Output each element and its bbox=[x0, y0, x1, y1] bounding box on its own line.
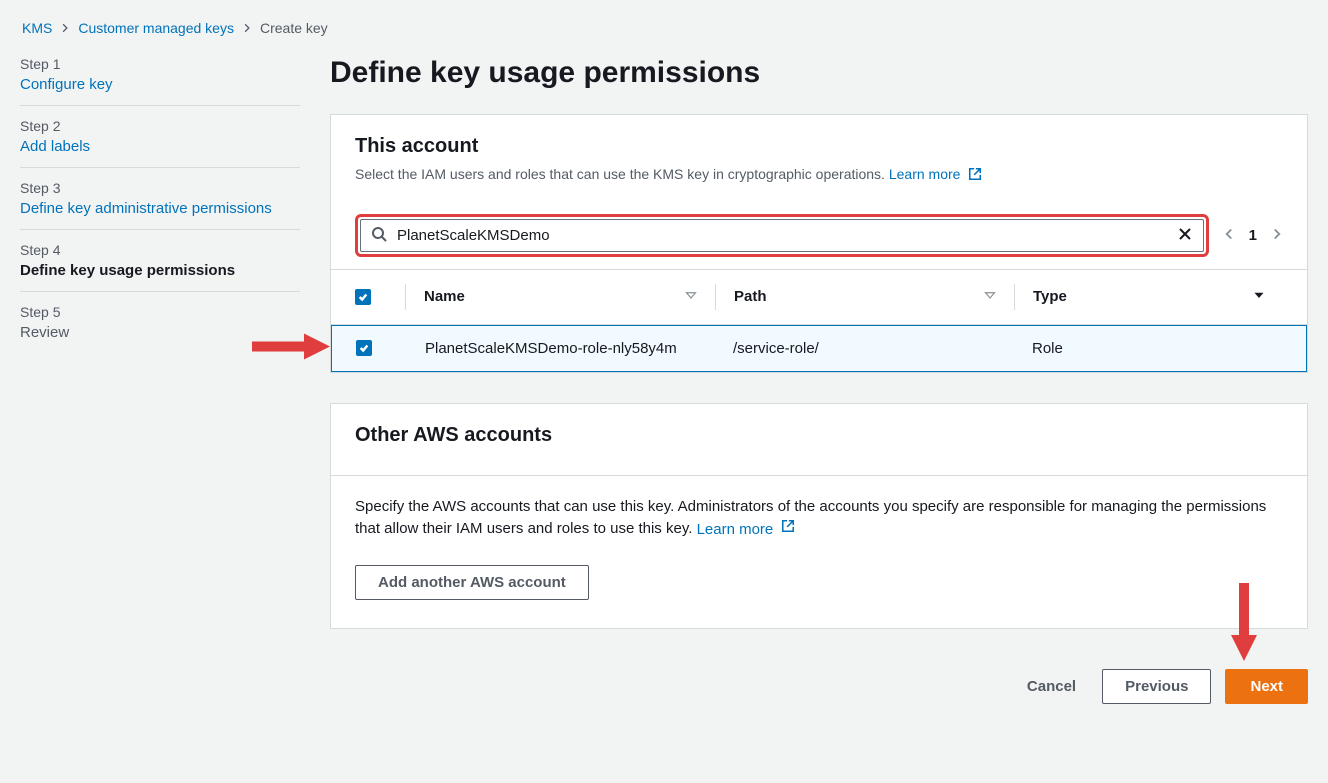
pagination-next[interactable] bbox=[1271, 227, 1283, 244]
sort-icon bbox=[984, 288, 996, 305]
arrow-annotation bbox=[252, 331, 332, 366]
sidebar-step-4: Step 4 Define key usage permissions bbox=[20, 229, 300, 291]
sort-icon bbox=[685, 288, 697, 305]
table-row[interactable]: PlanetScaleKMSDemo-role-nly58y4m /servic… bbox=[331, 325, 1307, 372]
step-title[interactable]: Add labels bbox=[20, 138, 300, 155]
add-account-button[interactable]: Add another AWS account bbox=[355, 565, 589, 600]
search-input[interactable] bbox=[397, 227, 1167, 244]
this-account-card: This account Select the IAM users and ro… bbox=[330, 114, 1308, 373]
other-accounts-card: Other AWS accounts Specify the AWS accou… bbox=[330, 403, 1308, 629]
step-title: Define key usage permissions bbox=[20, 262, 300, 279]
pagination: 1 bbox=[1223, 227, 1283, 244]
breadcrumb: KMS Customer managed keys Create key bbox=[20, 20, 1308, 36]
previous-button[interactable]: Previous bbox=[1102, 669, 1211, 704]
step-title[interactable]: Define key administrative permissions bbox=[20, 200, 300, 217]
page-title: Define key usage permissions bbox=[330, 56, 1308, 90]
breadcrumb-kms[interactable]: KMS bbox=[22, 20, 52, 36]
column-name[interactable]: Name bbox=[424, 288, 715, 305]
row-checkbox[interactable] bbox=[356, 340, 372, 356]
row-name: PlanetScaleKMSDemo-role-nly58y4m bbox=[425, 340, 714, 357]
clear-search-icon[interactable] bbox=[1177, 226, 1193, 245]
step-label: Step 3 bbox=[20, 180, 300, 196]
row-type: Role bbox=[1032, 340, 1282, 357]
pagination-prev[interactable] bbox=[1223, 227, 1235, 244]
search-highlight bbox=[355, 214, 1209, 257]
column-type[interactable]: Type bbox=[1033, 288, 1283, 305]
chevron-right-icon bbox=[242, 23, 252, 33]
external-link-icon bbox=[968, 167, 982, 184]
breadcrumb-cmk[interactable]: Customer managed keys bbox=[78, 20, 234, 36]
step-label: Step 5 bbox=[20, 304, 300, 320]
chevron-right-icon bbox=[60, 23, 70, 33]
column-path[interactable]: Path bbox=[734, 288, 1014, 305]
sidebar-step-2[interactable]: Step 2 Add labels bbox=[20, 105, 300, 167]
card-title: Other AWS accounts bbox=[355, 424, 1283, 447]
card-title: This account bbox=[355, 135, 1283, 158]
step-label: Step 2 bbox=[20, 118, 300, 134]
table-header: Name Path Type bbox=[331, 269, 1307, 325]
sidebar-step-1[interactable]: Step 1 Configure key bbox=[20, 56, 300, 105]
sidebar-step-3[interactable]: Step 3 Define key administrative permiss… bbox=[20, 167, 300, 229]
search-icon bbox=[371, 226, 387, 245]
learn-more-link[interactable]: Learn more bbox=[889, 166, 982, 182]
row-path: /service-role/ bbox=[733, 340, 1013, 357]
sort-icon bbox=[1253, 288, 1265, 305]
breadcrumb-current: Create key bbox=[260, 20, 328, 36]
select-all-checkbox[interactable] bbox=[355, 289, 371, 305]
card-description: Specify the AWS accounts that can use th… bbox=[355, 496, 1283, 541]
footer-actions: Cancel Previous Next bbox=[330, 659, 1308, 704]
wizard-sidebar: Step 1 Configure key Step 2 Add labels S… bbox=[20, 56, 300, 704]
step-title[interactable]: Configure key bbox=[20, 76, 300, 93]
learn-more-link[interactable]: Learn more bbox=[697, 521, 796, 538]
cancel-button[interactable]: Cancel bbox=[1015, 670, 1088, 703]
step-label: Step 4 bbox=[20, 242, 300, 258]
external-link-icon bbox=[781, 518, 795, 541]
card-subtitle: Select the IAM users and roles that can … bbox=[355, 166, 1283, 184]
next-button[interactable]: Next bbox=[1225, 669, 1308, 704]
arrow-annotation bbox=[1228, 583, 1260, 666]
page-number: 1 bbox=[1249, 227, 1257, 244]
step-label: Step 1 bbox=[20, 56, 300, 72]
